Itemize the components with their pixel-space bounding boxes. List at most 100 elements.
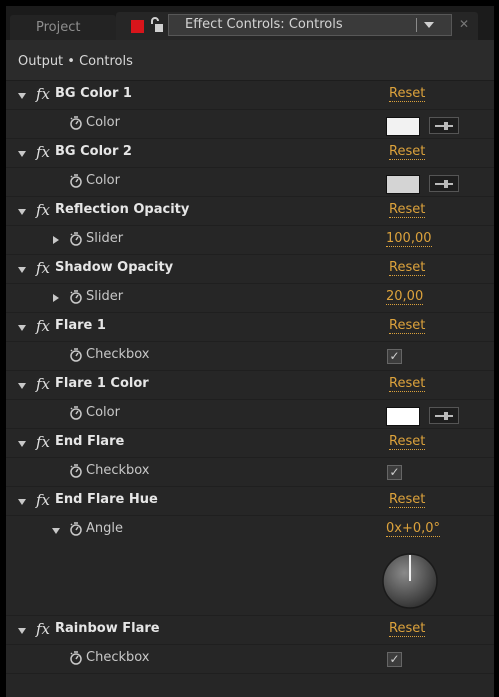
color-swatch[interactable]: [386, 117, 420, 136]
property-label: Angle: [86, 521, 123, 536]
effect-name: Flare 1 Color: [55, 376, 149, 391]
effect-row-bg-color-1[interactable]: fx BG Color 1 Reset: [6, 81, 494, 110]
property-row-slider: Slider 20,00: [6, 284, 494, 313]
effect-name: Rainbow Flare: [55, 621, 160, 636]
close-icon[interactable]: ✕: [459, 17, 469, 31]
effect-row-shadow-opacity[interactable]: fx Shadow Opacity Reset: [6, 255, 494, 284]
effect-row-reflection-opacity[interactable]: fx Reflection Opacity Reset: [6, 197, 494, 226]
panel-tab-bar: Project Effect Controls: Controls ✕: [6, 6, 494, 40]
fx-icon[interactable]: fx: [36, 433, 50, 451]
fx-icon[interactable]: fx: [36, 620, 50, 638]
angle-value[interactable]: 0x+0,0°: [386, 521, 441, 537]
checkbox[interactable]: ✓: [387, 465, 402, 480]
stopwatch-icon[interactable]: [69, 651, 83, 665]
property-label: Checkbox: [86, 650, 150, 665]
expand-arrow-icon[interactable]: [18, 383, 26, 389]
expand-arrow-icon[interactable]: [18, 93, 26, 99]
reset-button[interactable]: Reset: [389, 202, 426, 218]
effect-row-bg-color-2[interactable]: fx BG Color 2 Reset: [6, 139, 494, 168]
tab-effect-controls-label: Effect Controls: Controls: [185, 17, 343, 32]
reset-button[interactable]: Reset: [389, 260, 426, 276]
property-row-color: Color: [6, 400, 494, 429]
property-label: Checkbox: [86, 463, 150, 478]
property-row-checkbox: Checkbox ✓: [6, 645, 494, 674]
effect-controls-panel: Project Effect Controls: Controls ✕ Outp…: [6, 6, 494, 697]
property-label: Slider: [86, 231, 124, 246]
stopwatch-icon[interactable]: [69, 406, 83, 420]
checkbox[interactable]: ✓: [387, 652, 402, 667]
reset-button[interactable]: Reset: [389, 318, 426, 334]
tab-effect-controls[interactable]: Effect Controls: Controls ✕: [116, 12, 478, 40]
fx-icon[interactable]: fx: [36, 201, 50, 219]
reset-button[interactable]: Reset: [389, 492, 426, 508]
effect-row-flare-1[interactable]: fx Flare 1 Reset: [6, 313, 494, 342]
breadcrumb: Output • Controls: [6, 40, 494, 81]
stopwatch-icon[interactable]: [69, 174, 83, 188]
stopwatch-icon[interactable]: [69, 116, 83, 130]
effect-controls-title-box[interactable]: Effect Controls: Controls: [168, 14, 452, 36]
angle-dial-icon[interactable]: [381, 552, 439, 610]
tab-project-label: Project: [36, 20, 81, 35]
panel-color-swatch: [131, 20, 144, 33]
panel-menu-icon[interactable]: [424, 22, 434, 28]
title-separator: [416, 18, 417, 32]
effect-name: Flare 1: [55, 318, 106, 333]
eyedropper-icon[interactable]: [429, 117, 459, 134]
eyedropper-icon[interactable]: [429, 175, 459, 192]
effect-name: Reflection Opacity: [55, 202, 190, 217]
reset-button[interactable]: Reset: [389, 144, 426, 160]
property-label: Slider: [86, 289, 124, 304]
fx-icon[interactable]: fx: [36, 375, 50, 393]
effect-row-rainbow-flare[interactable]: fx Rainbow Flare Reset: [6, 616, 494, 645]
stopwatch-icon[interactable]: [69, 522, 83, 536]
expand-arrow-icon[interactable]: [53, 294, 59, 302]
reset-button[interactable]: Reset: [389, 86, 426, 102]
effect-name: Shadow Opacity: [55, 260, 174, 275]
expand-arrow-icon[interactable]: [18, 209, 26, 215]
reset-button[interactable]: Reset: [389, 621, 426, 637]
color-swatch[interactable]: [386, 407, 420, 426]
property-label: Color: [86, 405, 120, 420]
checkbox[interactable]: ✓: [387, 349, 402, 364]
effect-name: BG Color 2: [55, 144, 132, 159]
expand-arrow-icon[interactable]: [53, 236, 59, 244]
property-row-color: Color: [6, 168, 494, 197]
property-row-slider: Slider 100,00: [6, 226, 494, 255]
reset-button[interactable]: Reset: [389, 376, 426, 392]
tab-project[interactable]: Project: [10, 15, 116, 40]
expand-arrow-icon[interactable]: [18, 151, 26, 157]
eyedropper-icon[interactable]: [429, 407, 459, 424]
slider-value[interactable]: 20,00: [386, 289, 424, 305]
lock-icon[interactable]: [149, 17, 163, 33]
property-row-checkbox: Checkbox ✓: [6, 458, 494, 487]
stopwatch-icon[interactable]: [69, 464, 83, 478]
expand-arrow-icon[interactable]: [18, 628, 26, 634]
effect-name: End Flare: [55, 434, 125, 449]
property-row-color: Color: [6, 110, 494, 139]
effect-name: End Flare Hue: [55, 492, 158, 507]
color-swatch[interactable]: [386, 175, 420, 194]
expand-arrow-icon[interactable]: [18, 325, 26, 331]
breadcrumb-text: Output • Controls: [18, 54, 133, 69]
stopwatch-icon[interactable]: [69, 348, 83, 362]
property-row-checkbox: Checkbox ✓: [6, 342, 494, 371]
expand-arrow-icon[interactable]: [52, 528, 60, 534]
expand-arrow-icon[interactable]: [18, 267, 26, 273]
fx-icon[interactable]: fx: [36, 491, 50, 509]
property-label: Checkbox: [86, 347, 150, 362]
expand-arrow-icon[interactable]: [18, 499, 26, 505]
slider-value[interactable]: 100,00: [386, 231, 432, 247]
stopwatch-icon[interactable]: [69, 290, 83, 304]
fx-icon[interactable]: fx: [36, 85, 50, 103]
fx-icon[interactable]: fx: [36, 259, 50, 277]
stopwatch-icon[interactable]: [69, 232, 83, 246]
effect-row-end-flare-hue[interactable]: fx End Flare Hue Reset: [6, 487, 494, 516]
effect-row-flare-1-color[interactable]: fx Flare 1 Color Reset: [6, 371, 494, 400]
property-label: Color: [86, 115, 120, 130]
fx-icon[interactable]: fx: [36, 317, 50, 335]
reset-button[interactable]: Reset: [389, 434, 426, 450]
fx-icon[interactable]: fx: [36, 143, 50, 161]
expand-arrow-icon[interactable]: [18, 441, 26, 447]
effect-name: BG Color 1: [55, 86, 132, 101]
effect-row-end-flare[interactable]: fx End Flare Reset: [6, 429, 494, 458]
